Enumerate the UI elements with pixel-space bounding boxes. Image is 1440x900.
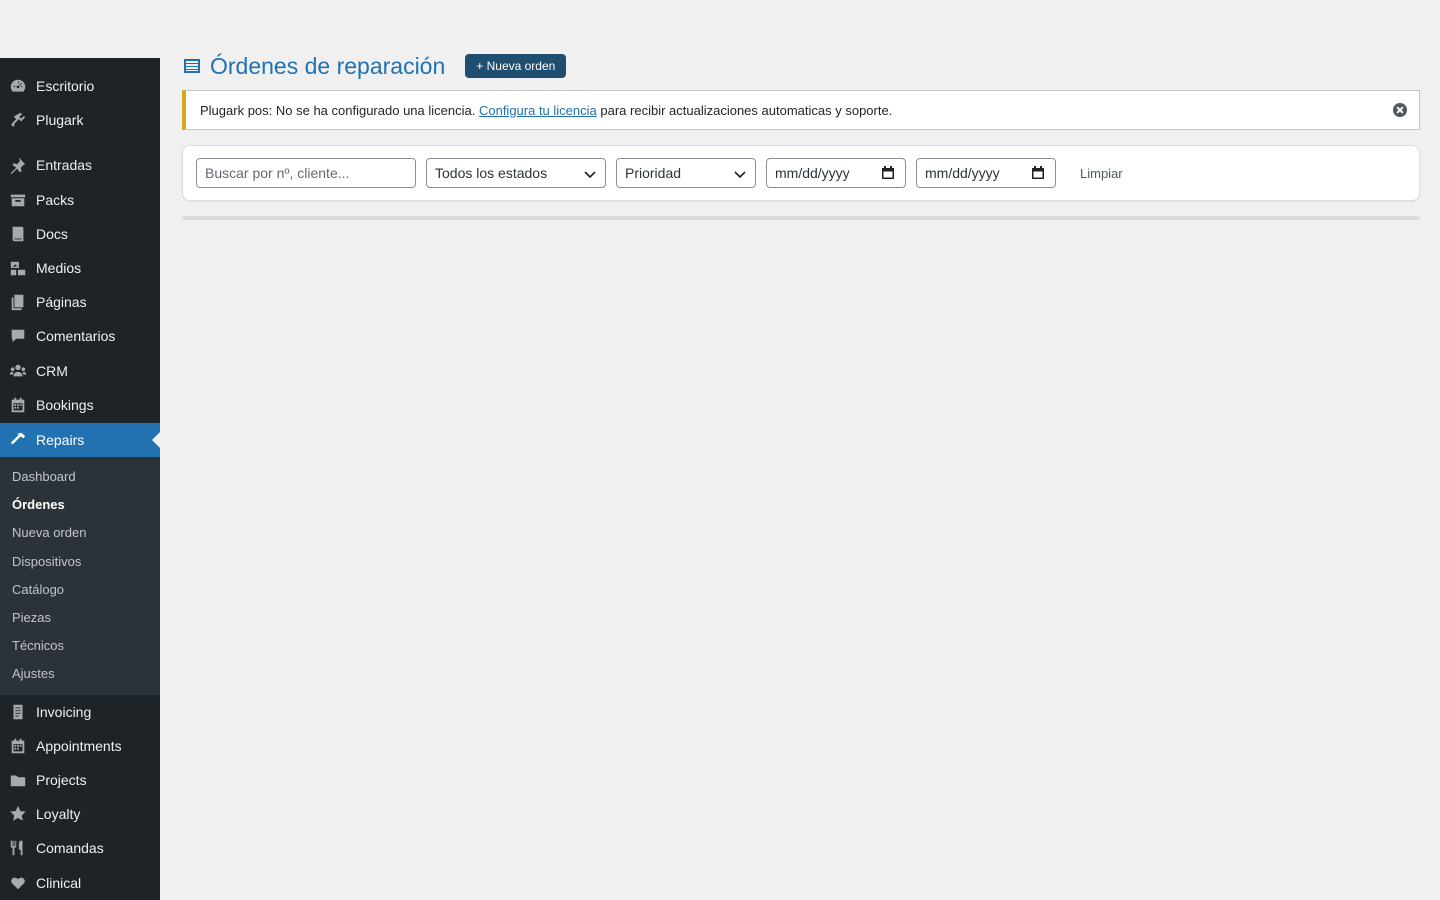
sidebar-item-loyalty[interactable]: Loyalty — [0, 797, 160, 831]
folder-icon — [0, 771, 36, 789]
search-placeholder: Buscar por nº, cliente... — [205, 165, 350, 181]
calendar-icon[interactable] — [881, 166, 895, 180]
sidebar-item-label: Comandas — [36, 840, 104, 856]
dismiss-notice-icon[interactable] — [1393, 103, 1407, 117]
archive-icon — [0, 191, 36, 209]
sidebar-item-label: Clinical — [36, 875, 82, 891]
calendar-icon — [0, 737, 36, 755]
license-notice: Plugark pos: No se ha configurado una li… — [182, 90, 1420, 130]
status-select-value: Todos los estados — [435, 165, 548, 181]
chevron-down-icon — [734, 171, 746, 179]
page-header: Órdenes de reparación + Nueva orden — [182, 52, 567, 80]
heart-icon — [0, 874, 36, 892]
priority-select-value: Prioridad — [625, 165, 682, 181]
date-to-input[interactable]: mm/dd/yyyy — [916, 158, 1056, 188]
pin-icon — [0, 156, 36, 174]
sidebar-item-medios[interactable]: Medios — [0, 251, 160, 285]
sidebar-item-projects[interactable]: Projects — [0, 763, 160, 797]
submenu-item-ordenes[interactable]: Órdenes — [12, 497, 65, 512]
sidebar-item-entradas[interactable]: Entradas — [0, 148, 160, 182]
submenu-item-catalogo[interactable]: Catálogo — [12, 582, 64, 597]
submenu-item-tecnicos[interactable]: Técnicos — [12, 638, 64, 653]
sidebar-item-comentarios[interactable]: Comentarios — [0, 319, 160, 353]
sidebar-item-label: Bookings — [36, 397, 94, 413]
results-container — [182, 216, 1420, 220]
submenu-item-dashboard[interactable]: Dashboard — [12, 469, 76, 484]
sidebar-item-docs[interactable]: Docs — [0, 217, 160, 251]
clear-filters-button[interactable]: Limpiar — [1080, 166, 1123, 181]
sidebar-item-label: Plugark — [36, 112, 84, 128]
date-from-input[interactable]: mm/dd/yyyy — [766, 158, 906, 188]
repairs-submenu: Dashboard Órdenes Nueva orden Dispositiv… — [0, 457, 160, 695]
submenu-item-dispositivos[interactable]: Dispositivos — [12, 554, 81, 569]
sidebar-item-label: Docs — [36, 226, 68, 242]
sidebar-item-label: Loyalty — [36, 806, 81, 822]
submenu-item-ajustes[interactable]: Ajustes — [12, 666, 55, 681]
sidebar-item-comandas[interactable]: Comandas — [0, 831, 160, 865]
admin-sidebar: Escritorio Plugark Entradas Packs Docs M… — [0, 58, 160, 900]
sidebar-item-label: Appointments — [36, 738, 122, 754]
list-icon — [182, 56, 202, 76]
sidebar-item-bookings[interactable]: Bookings — [0, 388, 160, 422]
plugin-icon — [0, 111, 36, 129]
comment-icon — [0, 327, 36, 345]
sidebar-item-escritorio[interactable]: Escritorio — [0, 69, 160, 103]
sidebar-item-label: CRM — [36, 363, 68, 379]
calendar-icon — [0, 396, 36, 414]
priority-select[interactable]: Prioridad — [616, 158, 756, 188]
dashboard-icon — [0, 77, 36, 95]
sidebar-item-label: Repairs — [36, 432, 85, 448]
submenu-item-piezas[interactable]: Piezas — [12, 610, 51, 625]
status-select[interactable]: Todos los estados — [426, 158, 606, 188]
sidebar-item-invoicing[interactable]: Invoicing — [0, 695, 160, 729]
pages-icon — [0, 293, 36, 311]
configure-license-link[interactable]: Configura tu licencia — [479, 103, 597, 118]
sidebar-item-label: Escritorio — [36, 78, 95, 94]
sidebar-item-clinical[interactable]: Clinical — [0, 866, 160, 900]
admin-top-bar — [0, 0, 1440, 58]
sidebar-item-plugark[interactable]: Plugark — [0, 103, 160, 137]
sidebar-item-label: Medios — [36, 260, 82, 276]
notice-text: Plugark pos: No se ha configurado una li… — [200, 103, 892, 118]
date-to-value: mm/dd/yyyy — [925, 165, 1000, 181]
new-order-button[interactable]: + Nueva orden — [465, 54, 567, 78]
star-icon — [0, 805, 36, 823]
sidebar-item-crm[interactable]: CRM — [0, 354, 160, 388]
filters-panel: Buscar por nº, cliente... Todos los esta… — [182, 145, 1420, 201]
food-icon — [0, 839, 36, 857]
sidebar-item-label: Invoicing — [36, 704, 92, 720]
hammer-icon — [0, 431, 36, 449]
media-icon — [0, 259, 36, 277]
submenu-item-nueva-orden[interactable]: Nueva orden — [12, 525, 86, 540]
book-icon — [0, 225, 36, 243]
sidebar-item-label: Projects — [36, 772, 87, 788]
search-input[interactable]: Buscar por nº, cliente... — [196, 158, 416, 188]
date-from-value: mm/dd/yyyy — [775, 165, 850, 181]
sidebar-item-label: Comentarios — [36, 328, 116, 344]
sidebar-item-label: Páginas — [36, 294, 87, 310]
notice-suffix: para recibir actualizaciones automaticas… — [600, 102, 893, 118]
sidebar-item-repairs[interactable]: Repairs — [0, 423, 160, 457]
sidebar-item-paginas[interactable]: Páginas — [0, 285, 160, 319]
sidebar-item-packs[interactable]: Packs — [0, 183, 160, 217]
invoice-icon — [0, 703, 36, 721]
sidebar-item-appointments[interactable]: Appointments — [0, 729, 160, 763]
notice-prefix: Plugark pos: No se ha configurado una li… — [200, 102, 476, 118]
sidebar-item-label: Entradas — [36, 157, 93, 173]
calendar-icon[interactable] — [1031, 166, 1045, 180]
page-title: Órdenes de reparación — [210, 52, 446, 79]
chevron-down-icon — [584, 171, 596, 179]
sidebar-item-label: Packs — [36, 192, 75, 208]
groups-icon — [0, 362, 36, 380]
